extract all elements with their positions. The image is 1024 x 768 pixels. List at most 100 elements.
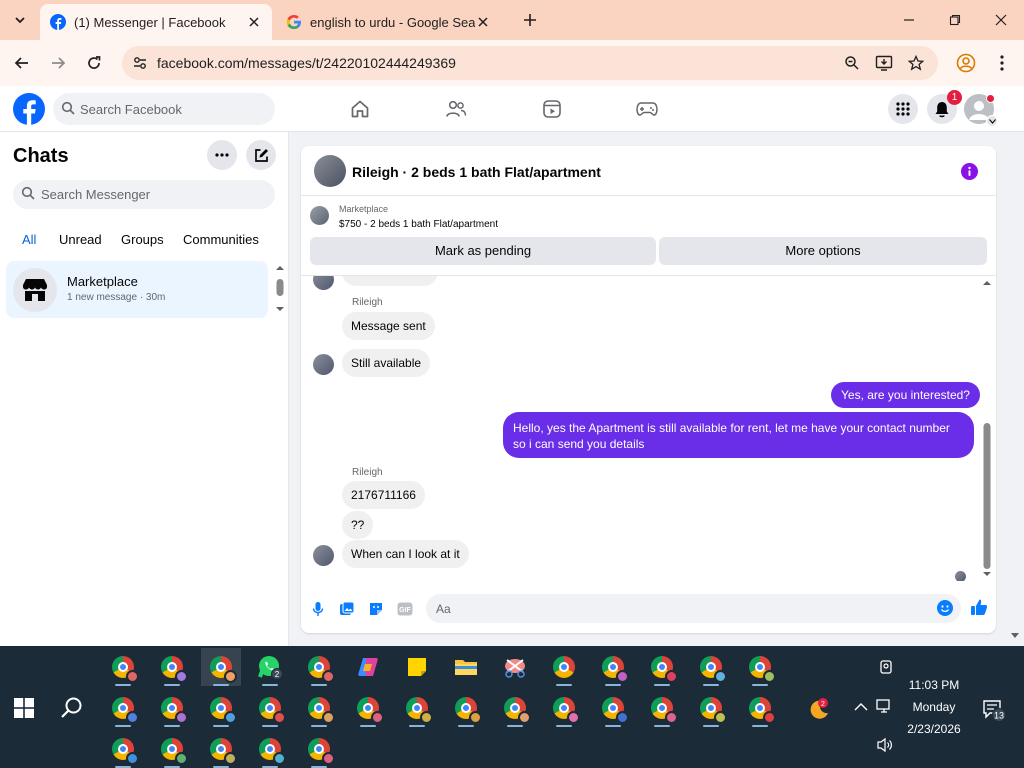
home-icon[interactable] <box>348 97 372 121</box>
tab-close-icon[interactable] <box>475 14 491 30</box>
bookmark-star-icon[interactable] <box>904 51 928 75</box>
profile-icon[interactable] <box>954 51 978 75</box>
listing-thumbnail[interactable] <box>310 206 329 225</box>
photo-attach-icon[interactable] <box>336 598 358 620</box>
message-bubble-outgoing[interactable]: Yes, are you interested? <box>831 382 980 408</box>
conversation-info-icon[interactable] <box>961 163 978 180</box>
friends-icon[interactable] <box>444 97 468 121</box>
conversation-title[interactable]: Rileigh · 2 beds 1 bath Flat/apartment <box>352 164 601 180</box>
chrome-profile-icon[interactable] <box>397 689 437 727</box>
chrome-profile-icon[interactable] <box>593 648 633 686</box>
chat-options-button[interactable] <box>207 140 237 170</box>
mark-as-pending-button[interactable]: Mark as pending <box>310 237 656 265</box>
message-input[interactable]: Aa <box>426 594 961 623</box>
reload-icon[interactable] <box>82 51 106 75</box>
new-tab-icon[interactable] <box>518 8 542 32</box>
gif-icon[interactable]: GIF <box>394 598 416 620</box>
messenger-search-input[interactable]: Search Messenger <box>13 180 275 209</box>
sidebar-scrollbar[interactable] <box>275 265 285 315</box>
filter-unread[interactable]: Unread <box>59 232 102 247</box>
restore-icon[interactable] <box>943 8 967 32</box>
install-app-icon[interactable] <box>872 51 896 75</box>
chrome-profile-icon[interactable] <box>544 689 584 727</box>
whatsapp-icon[interactable]: 2 <box>250 648 290 686</box>
chrome-profile-icon[interactable] <box>642 689 682 727</box>
chrome-profile-icon[interactable] <box>250 730 290 768</box>
snipping-tool-icon[interactable] <box>495 648 535 686</box>
chrome-profile-icon[interactable] <box>152 730 192 768</box>
chrome-profile-icon[interactable] <box>740 689 780 727</box>
chrome-profile-icon[interactable] <box>201 689 241 727</box>
close-window-icon[interactable] <box>989 8 1013 32</box>
account-chevron-icon[interactable] <box>986 115 998 127</box>
chrome-profile-icon[interactable] <box>152 689 192 727</box>
minimize-icon[interactable] <box>897 8 921 32</box>
tab-google-search[interactable]: english to urdu - Google Search <box>276 4 510 40</box>
browser-menu-icon[interactable] <box>990 51 1014 75</box>
chrome-profile-icon[interactable] <box>250 689 290 727</box>
volume-icon[interactable] <box>876 736 894 754</box>
taskbar-search-icon[interactable] <box>60 696 84 720</box>
message-bubble-outgoing[interactable]: Hello, yes the Apartment is still availa… <box>503 412 974 458</box>
filter-groups[interactable]: Groups <box>121 232 164 247</box>
sticker-icon[interactable] <box>365 598 387 620</box>
chrome-profile-icon[interactable] <box>103 730 143 768</box>
weather-moon-icon[interactable]: 2 <box>807 698 831 722</box>
message-bubble-incoming[interactable]: ?? <box>342 511 374 539</box>
chrome-profile-icon[interactable] <box>495 689 535 727</box>
chrome-profile-icon[interactable] <box>593 689 633 727</box>
tab-close-icon[interactable] <box>246 14 262 30</box>
show-hidden-icons-chevron-icon[interactable] <box>852 698 870 716</box>
clock-day[interactable]: Monday <box>900 700 968 714</box>
windows-start-icon[interactable] <box>14 698 34 718</box>
tab-messenger[interactable]: (1) Messenger | Facebook <box>40 4 272 40</box>
chrome-profile-icon[interactable] <box>103 689 143 727</box>
clock-date[interactable]: 2/23/2026 <box>900 722 968 736</box>
contact-avatar[interactable] <box>314 155 346 187</box>
sticky-notes-icon[interactable] <box>397 648 437 686</box>
chrome-profile-icon[interactable] <box>691 648 731 686</box>
message-bubble-incoming[interactable]: When can I look at it <box>342 540 469 568</box>
chrome-profile-icon[interactable] <box>299 648 339 686</box>
network-icon[interactable] <box>876 698 894 716</box>
site-settings-icon[interactable] <box>128 51 152 75</box>
file-explorer-icon[interactable] <box>446 648 486 686</box>
copilot-icon[interactable] <box>348 648 388 686</box>
zoom-icon[interactable] <box>840 51 864 75</box>
tab-search-icon[interactable] <box>8 8 32 32</box>
chrome-profile-icon[interactable] <box>691 689 731 727</box>
facebook-logo-icon[interactable] <box>13 93 45 125</box>
notification-center-icon[interactable]: 13 <box>982 698 1008 724</box>
chrome-profile-icon[interactable] <box>446 689 486 727</box>
gaming-icon[interactable] <box>635 97 659 121</box>
like-thumbs-up-icon[interactable] <box>968 596 990 618</box>
message-bubble-incoming[interactable]: Message sent <box>342 312 435 340</box>
forward-arrow-icon[interactable] <box>46 51 70 75</box>
chrome-profile-icon[interactable] <box>103 648 143 686</box>
chrome-profile-icon[interactable] <box>152 648 192 686</box>
clock-time[interactable]: 11:03 PM <box>900 678 968 692</box>
new-message-button[interactable] <box>246 140 276 170</box>
chrome-profile-icon[interactable] <box>299 689 339 727</box>
back-arrow-icon[interactable] <box>10 51 34 75</box>
emoji-icon[interactable] <box>937 600 953 616</box>
video-icon[interactable] <box>540 97 564 121</box>
chrome-profile-icon[interactable] <box>740 648 780 686</box>
message-bubble-incoming[interactable]: Still available <box>342 349 431 377</box>
address-bar[interactable]: facebook.com/messages/t/2422010244424936… <box>122 46 938 80</box>
chrome-icon[interactable] <box>544 648 584 686</box>
chat-list-item[interactable]: Marketplace 1 new message · 30m <box>6 261 268 318</box>
conversation-scrollbar[interactable] <box>982 279 992 581</box>
chrome-profile-icon[interactable] <box>201 648 241 686</box>
chrome-profile-icon[interactable] <box>642 648 682 686</box>
message-bubble-incoming[interactable]: 2176711166 <box>342 481 425 509</box>
facebook-search-input[interactable]: Search Facebook <box>53 93 275 125</box>
filter-all[interactable]: All <box>22 232 36 247</box>
page-scroll-down-icon[interactable] <box>1010 628 1020 643</box>
chrome-profile-icon[interactable] <box>201 730 241 768</box>
menu-grid-icon[interactable] <box>888 94 918 124</box>
more-options-button[interactable]: More options <box>659 237 987 265</box>
chrome-profile-icon[interactable] <box>299 730 339 768</box>
microphone-icon[interactable] <box>307 598 329 620</box>
camera-icon[interactable] <box>877 658 895 676</box>
